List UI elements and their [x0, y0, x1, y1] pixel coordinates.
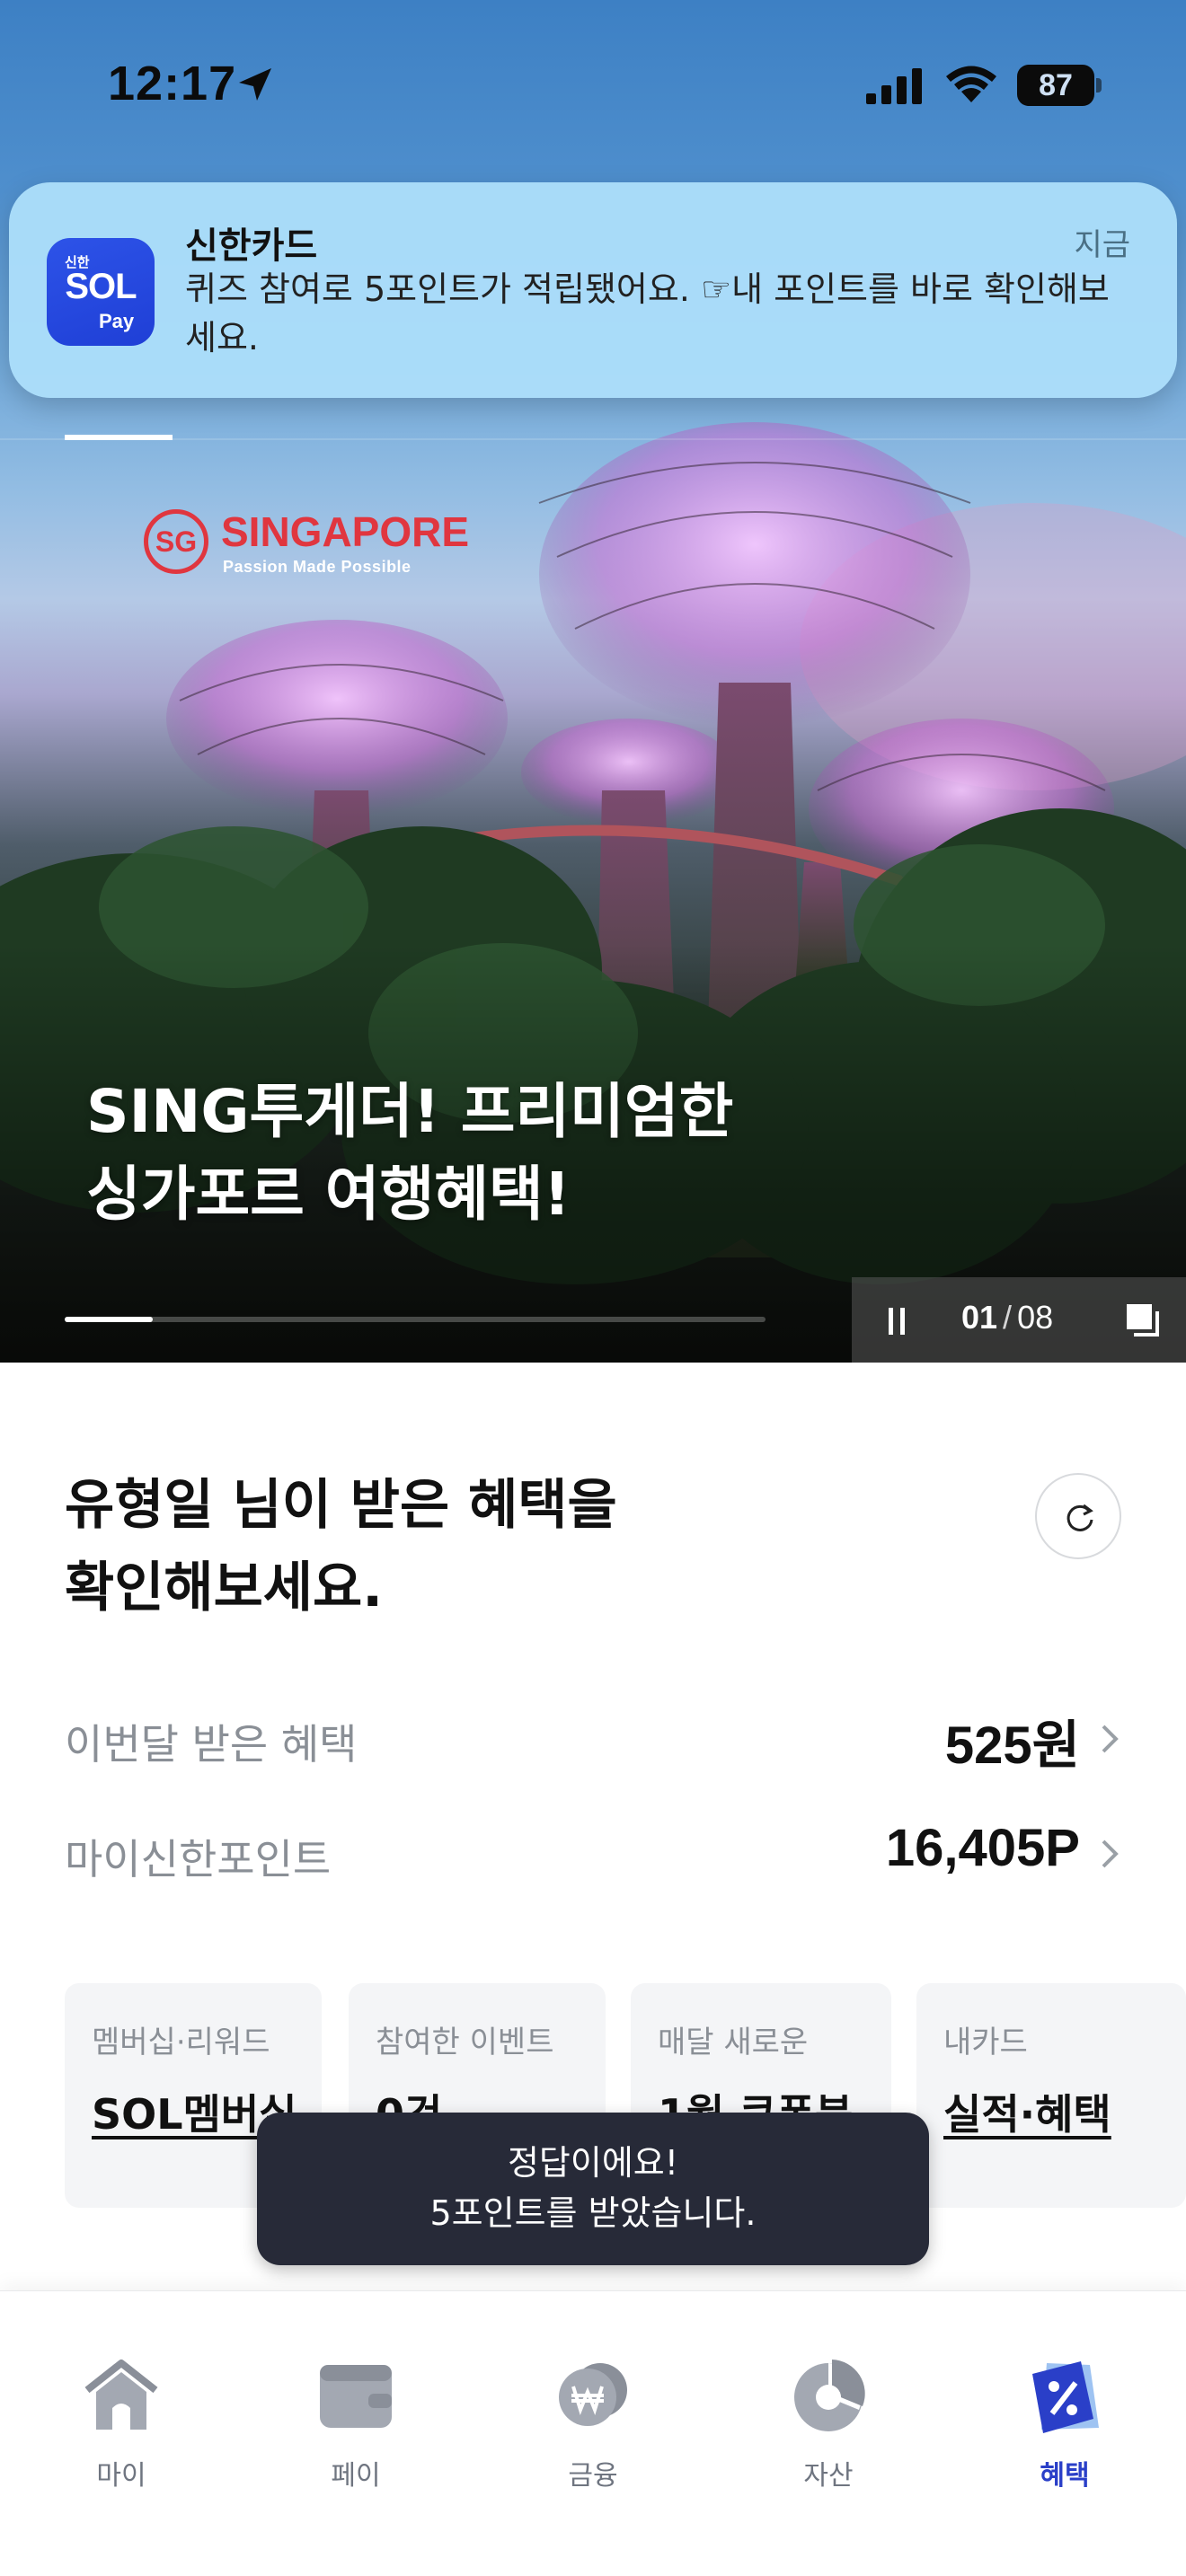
nav-item-benefits[interactable]: 혜택	[975, 2354, 1155, 2492]
bottom-navigation: 마이 페이 금융 자산 혜택	[0, 2290, 1186, 2576]
nav-item-my[interactable]: 마이	[31, 2354, 211, 2492]
active-tab-indicator	[65, 435, 173, 440]
location-arrow-icon	[239, 68, 271, 101]
status-time: 12:17	[108, 57, 237, 110]
card-label: 내카드	[943, 2025, 1028, 2060]
battery-level: 87	[1017, 65, 1094, 106]
card-label: 참여한 이벤트	[376, 2025, 554, 2060]
push-notification[interactable]: 신한 SOL Pay 신한카드 지금 퀴즈 참여로 5포인트가 적립됐어요. ☞…	[9, 182, 1177, 398]
chevron-right-icon	[1102, 1725, 1119, 1753]
banner-total: 08	[1017, 1299, 1054, 1336]
nav-label: 혜택	[1040, 2460, 1090, 2492]
sg-word: SINGAPORE	[221, 508, 470, 555]
pause-button[interactable]	[879, 1302, 915, 1338]
battery-indicator: 87	[1017, 65, 1102, 106]
status-bar: 12:17 87	[0, 0, 1186, 180]
my-card-card[interactable]: 내카드 실적·혜택	[916, 1983, 1186, 2208]
wallet-icon	[320, 2365, 392, 2428]
banner-current: 01	[961, 1299, 998, 1336]
nav-item-finance[interactable]: 금융	[503, 2354, 683, 2492]
banner-controls: 01/08	[852, 1277, 1186, 1363]
view-all-icon[interactable]	[1123, 1301, 1163, 1340]
benefits-greeting: 유형일 님이 받은 혜택을 확인해보세요.	[65, 1474, 617, 1619]
cellular-signal-icon	[866, 68, 922, 104]
card-label: 멤버십·리워드	[92, 2025, 270, 2060]
nav-label: 자산	[803, 2460, 854, 2492]
banner-counter: 01/08	[961, 1299, 1054, 1336]
refresh-icon	[1067, 1504, 1093, 1531]
refresh-button[interactable]	[1035, 1473, 1121, 1559]
banner-progress	[65, 1317, 766, 1322]
pie-chart-icon	[794, 2360, 865, 2431]
house-icon	[84, 2360, 158, 2430]
my-points-value: 16,405P	[885, 1819, 1080, 1877]
singapore-logo: SG SINGAPORE Passion Made Possible	[144, 507, 469, 579]
toast-message: 정답이에요! 5포인트를 받았습니다.	[257, 2113, 929, 2265]
monthly-benefit-row[interactable]: 이번달 받은 혜택 525원	[65, 1698, 1121, 1775]
card-value: 실적·혜택	[943, 2090, 1111, 2139]
notification-app-name: 신한카드	[185, 225, 318, 267]
sol-pay-app-icon: 신한 SOL Pay	[47, 238, 155, 346]
card-label: 매달 새로운	[658, 2025, 809, 2060]
sg-mark: SG	[144, 509, 208, 574]
my-points-row[interactable]: 마이신한포인트 16,405P	[65, 1813, 1121, 1884]
wifi-icon	[946, 66, 996, 102]
sg-tagline: Passion Made Possible	[223, 558, 412, 576]
monthly-benefit-value: 525원	[944, 1716, 1080, 1775]
nav-label: 금융	[568, 2460, 618, 2492]
chevron-right-icon	[1102, 1839, 1119, 1868]
nav-label: 페이	[331, 2460, 381, 2492]
coupon-icon	[1032, 2361, 1099, 2433]
nav-label: 마이	[96, 2460, 146, 2492]
nav-item-assets[interactable]: 자산	[739, 2354, 918, 2492]
won-coin-icon	[559, 2363, 627, 2426]
banner-progress-fill	[65, 1317, 153, 1322]
my-points-label: 마이신한포인트	[65, 1835, 332, 1883]
notification-body: 퀴즈 참여로 5포인트가 적립됐어요. ☞내 포인트를 바로 확인해보세요.	[185, 269, 1110, 357]
banner-title: SING투게더! 프리미엄한 싱가포르 여행혜택!	[86, 1077, 734, 1229]
nav-item-pay[interactable]: 페이	[266, 2354, 446, 2492]
notification-time: 지금	[1074, 227, 1130, 263]
monthly-benefit-label: 이번달 받은 혜택	[65, 1720, 358, 1769]
